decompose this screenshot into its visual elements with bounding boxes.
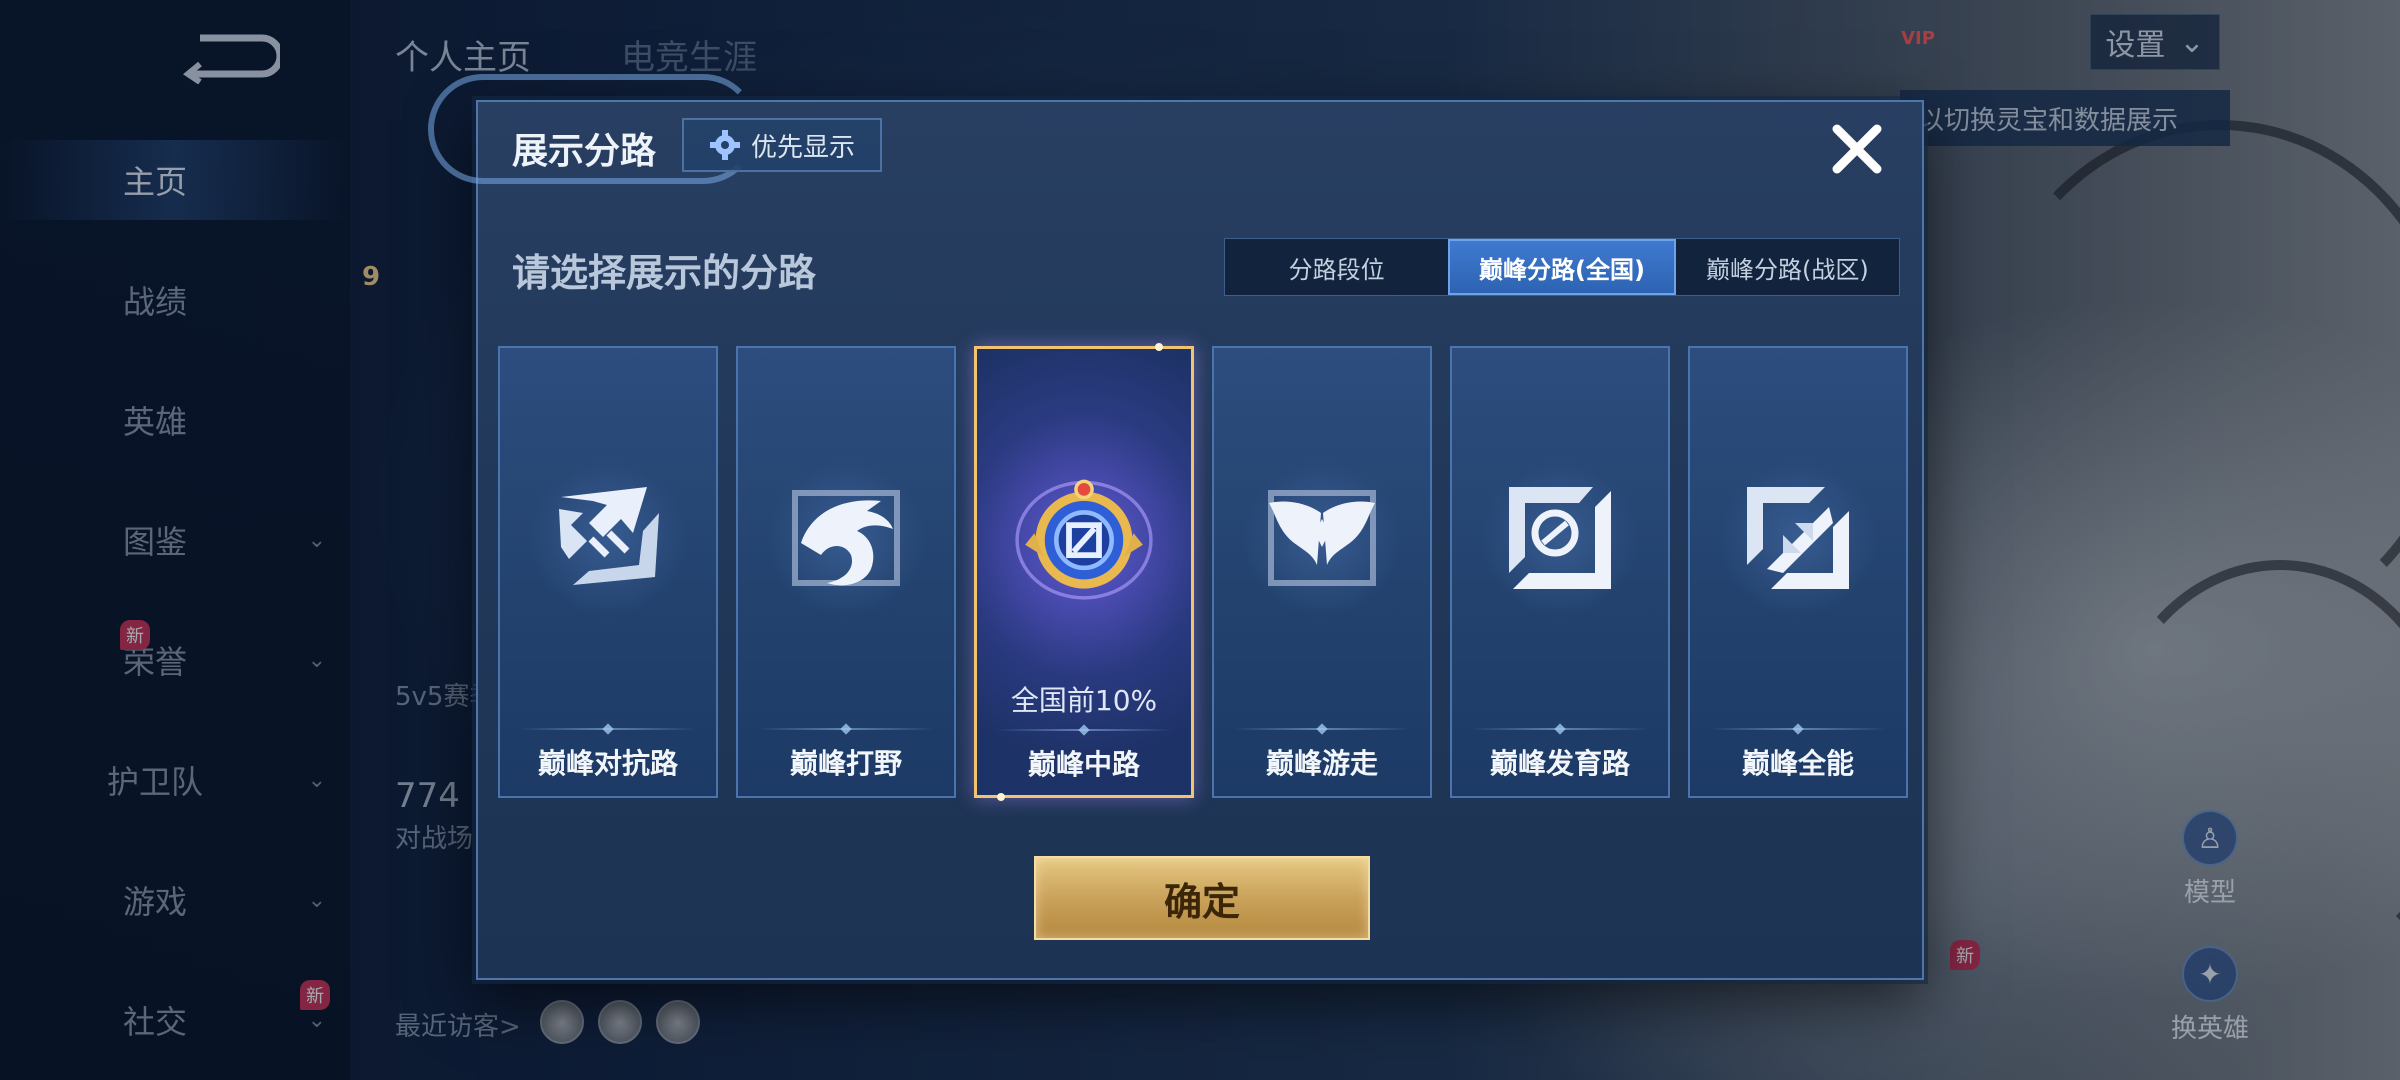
card-divider bbox=[1234, 728, 1410, 730]
lane-card-label: 巅峰游走 bbox=[1265, 747, 1378, 780]
lane-card-farm[interactable]: 巅峰发育路 bbox=[1450, 346, 1670, 798]
all-round-icon bbox=[1747, 487, 1849, 589]
corner-dot bbox=[997, 793, 1005, 801]
close-button[interactable] bbox=[1822, 114, 1892, 184]
lane-card-label: 巅峰中路 bbox=[1027, 748, 1140, 781]
lane-card-mid[interactable]: 全国前10% 巅峰中路 bbox=[974, 343, 1194, 801]
lane-scope-tabs: 分路段位 巅峰分路(全国) 巅峰分路(战区) bbox=[1224, 238, 1900, 296]
lane-card-label: 巅峰打野 bbox=[789, 747, 902, 780]
lane-card-label: 巅峰对抗路 bbox=[537, 747, 678, 780]
lane-card-jungle[interactable]: 巅峰打野 bbox=[736, 346, 956, 798]
priority-display-label: 优先显示 bbox=[750, 132, 855, 163]
card-divider bbox=[1472, 728, 1648, 730]
lane-card-label: 巅峰发育路 bbox=[1489, 747, 1630, 780]
dialog-title: 展示分路 bbox=[512, 131, 657, 172]
tab-peak-lane-region[interactable]: 巅峰分路(战区) bbox=[1676, 239, 1899, 295]
card-divider bbox=[1710, 728, 1886, 730]
mid-lane-icon bbox=[1015, 479, 1153, 600]
lane-card-label: 巅峰全能 bbox=[1741, 747, 1854, 780]
card-divider bbox=[997, 729, 1171, 731]
lane-card-roam[interactable]: 巅峰游走 bbox=[1212, 346, 1432, 798]
lane-rank-text: 全国前10% bbox=[1010, 684, 1158, 717]
lane-card-list: 巅峰对抗路 巅峰打野 全国前10% 巅峰中路 巅峰游走 巅峰发育路 巅峰全能 bbox=[498, 343, 1908, 801]
section-prompt: 请选择展示的分路 bbox=[512, 251, 817, 295]
gear-icon bbox=[709, 130, 740, 160]
card-divider bbox=[758, 728, 934, 730]
priority-display-button[interactable]: 优先显示 bbox=[682, 118, 882, 172]
clash-lane-icon bbox=[559, 487, 659, 585]
confirm-button[interactable]: 确定 bbox=[1034, 856, 1370, 940]
jungle-icon bbox=[792, 490, 900, 586]
corner-dot bbox=[1155, 343, 1163, 351]
lane-card-clash[interactable]: 巅峰对抗路 bbox=[498, 346, 718, 798]
close-icon bbox=[1832, 124, 1882, 174]
tab-lane-rank[interactable]: 分路段位 bbox=[1225, 239, 1448, 295]
farm-lane-icon bbox=[1509, 487, 1611, 589]
lane-card-all-round[interactable]: 巅峰全能 bbox=[1688, 346, 1908, 798]
tab-peak-lane-national[interactable]: 巅峰分路(全国) bbox=[1448, 239, 1676, 295]
lane-display-dialog: 展示分路 优先显示 请选择展示的分路 分路段位 巅峰分路(全国) 巅峰分路(战区… bbox=[428, 74, 1924, 980]
card-divider bbox=[520, 728, 696, 730]
roam-icon bbox=[1268, 490, 1376, 586]
